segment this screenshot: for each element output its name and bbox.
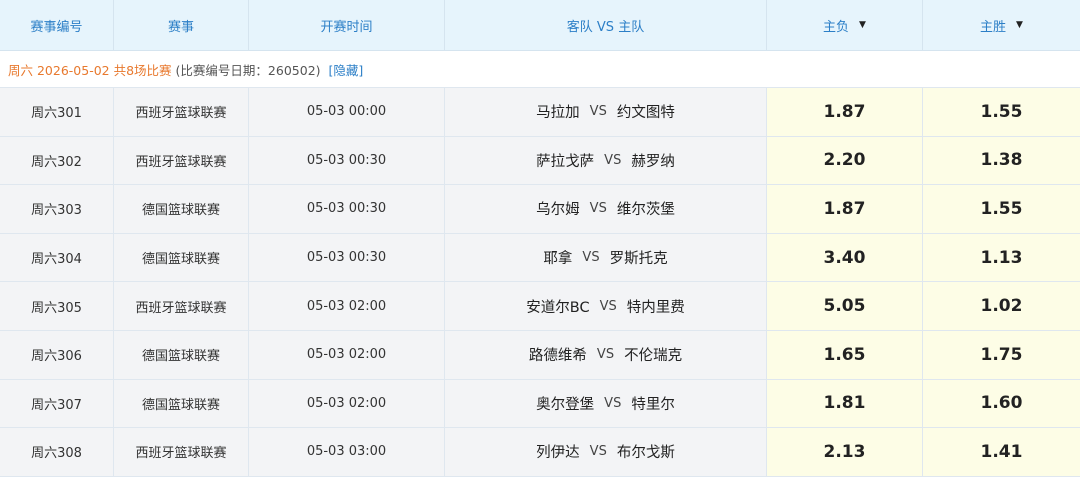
- match-id: 周六304: [0, 233, 114, 282]
- home-team: 不伦瑞克: [624, 348, 683, 365]
- vs-label: VS: [589, 104, 607, 120]
- match-id: 周六302: [0, 136, 114, 185]
- league-name: 西班牙篮球联赛: [114, 136, 249, 185]
- league-name: 德国篮球联赛: [114, 330, 249, 379]
- table-row: 周六302 西班牙篮球联赛 05-03 00:30 萨拉戈萨 VS 赫罗纳 2.…: [0, 136, 1080, 186]
- vs-label: VS: [604, 152, 622, 168]
- match-rows: 周六301 西班牙篮球联赛 05-03 00:00 马拉加 VS 约文图特 1.…: [0, 88, 1080, 477]
- match-id: 周六305: [0, 282, 114, 330]
- odds-home-win[interactable]: 1.38: [923, 136, 1080, 185]
- odds-home-win[interactable]: 1.60: [923, 379, 1080, 428]
- start-time: 05-03 00:00: [249, 88, 445, 136]
- match-id: 周六307: [0, 379, 114, 428]
- table-row: 周六301 西班牙篮球联赛 05-03 00:00 马拉加 VS 约文图特 1.…: [0, 88, 1080, 137]
- vs-label: VS: [582, 250, 600, 266]
- start-time: 05-03 00:30: [249, 136, 445, 185]
- odds-home-win[interactable]: 1.13: [923, 233, 1080, 282]
- league-name: 德国篮球联赛: [114, 233, 249, 282]
- odds-away-win[interactable]: 3.40: [767, 233, 923, 282]
- odds-away-win[interactable]: 1.87: [767, 88, 923, 136]
- odds-home-win[interactable]: 1.41: [923, 428, 1080, 476]
- league-name: 西班牙篮球联赛: [114, 428, 249, 476]
- odds-away-win[interactable]: 2.20: [767, 136, 923, 185]
- teams-cell: 安道尔BC VS 特内里费: [445, 282, 767, 330]
- league-name: 德国篮球联赛: [114, 185, 249, 233]
- away-team: 乌尔姆: [536, 202, 580, 219]
- caret-down-icon[interactable]: ▼: [859, 20, 866, 30]
- away-team: 萨拉戈萨: [536, 153, 595, 170]
- header-league: 赛事: [114, 0, 249, 50]
- odds-home-win[interactable]: 1.02: [923, 282, 1080, 330]
- teams-cell: 乌尔姆 VS 维尔茨堡: [445, 185, 767, 233]
- header-time: 开赛时间: [249, 0, 445, 50]
- league-name: 德国篮球联赛: [114, 379, 249, 428]
- match-id: 周六308: [0, 428, 114, 476]
- odds-away-win[interactable]: 1.81: [767, 379, 923, 428]
- date-group-label: 周六 2026-05-02 共8场比赛: [8, 62, 172, 78]
- odds-home-win[interactable]: 1.55: [923, 88, 1080, 136]
- home-team: 布尔戈斯: [616, 445, 675, 462]
- home-team: 赫罗纳: [631, 153, 675, 170]
- start-time: 05-03 03:00: [249, 428, 445, 476]
- start-time: 05-03 02:00: [249, 282, 445, 330]
- odds-home-win[interactable]: 1.55: [923, 185, 1080, 233]
- table-row: 周六306 德国篮球联赛 05-03 02:00 路德维希 VS 不伦瑞克 1.…: [0, 330, 1080, 380]
- header-away-win-label: 主负: [823, 19, 850, 35]
- away-team: 路德维希: [528, 348, 587, 365]
- away-team: 马拉加: [536, 105, 580, 122]
- teams-cell: 马拉加 VS 约文图特: [445, 88, 767, 136]
- vs-label: VS: [589, 444, 607, 460]
- league-name: 西班牙篮球联赛: [114, 88, 249, 136]
- match-id: 周六301: [0, 88, 114, 136]
- home-team: 罗斯托克: [609, 251, 668, 268]
- away-team: 列伊达: [536, 445, 580, 462]
- table-row: 周六305 西班牙篮球联赛 05-03 02:00 安道尔BC VS 特内里费 …: [0, 282, 1080, 331]
- table-header: 赛事编号 赛事 开赛时间 客队 VS 主队 主负 ▼ 主胜 ▼: [0, 0, 1080, 51]
- league-name: 西班牙篮球联赛: [114, 282, 249, 330]
- vs-label: VS: [604, 395, 622, 411]
- table-row: 周六303 德国篮球联赛 05-03 00:30 乌尔姆 VS 维尔茨堡 1.8…: [0, 185, 1080, 234]
- odds-away-win[interactable]: 2.13: [767, 428, 923, 476]
- header-id: 赛事编号: [0, 0, 114, 50]
- start-time: 05-03 00:30: [249, 233, 445, 282]
- teams-cell: 列伊达 VS 布尔戈斯: [445, 428, 767, 476]
- odds-home-win[interactable]: 1.75: [923, 330, 1080, 379]
- teams-cell: 奥尔登堡 VS 特里尔: [445, 379, 767, 428]
- away-team: 奥尔登堡: [536, 396, 595, 413]
- odds-away-win[interactable]: 1.65: [767, 330, 923, 379]
- table-row: 周六304 德国篮球联赛 05-03 00:30 耶拿 VS 罗斯托克 3.40…: [0, 233, 1080, 283]
- date-group-bar: 周六 2026-05-02 共8场比赛 (比赛编号日期：260502) [隐藏]: [0, 51, 1080, 88]
- hide-group-link[interactable]: [隐藏]: [329, 60, 364, 79]
- match-id: 周六306: [0, 330, 114, 379]
- home-team: 约文图特: [616, 105, 675, 122]
- header-home-win-label: 主胜: [980, 19, 1007, 35]
- odds-away-win[interactable]: 1.87: [767, 185, 923, 233]
- home-team: 特里尔: [631, 396, 675, 413]
- vs-label: VS: [596, 347, 615, 363]
- away-team: 安道尔BC: [526, 299, 590, 316]
- header-away-win-sort[interactable]: 主负 ▼: [767, 0, 923, 50]
- vs-label: VS: [599, 298, 617, 314]
- home-team: 特内里费: [626, 299, 685, 316]
- start-time: 05-03 02:00: [249, 330, 445, 379]
- match-id: 周六303: [0, 185, 114, 233]
- table-row: 周六307 德国篮球联赛 05-03 02:00 奥尔登堡 VS 特里尔 1.8…: [0, 379, 1080, 429]
- header-teams: 客队 VS 主队: [445, 0, 767, 50]
- header-home-win-sort[interactable]: 主胜 ▼: [923, 0, 1080, 50]
- vs-label: VS: [589, 201, 607, 217]
- date-group-meta: (比赛编号日期：260502): [175, 62, 321, 78]
- teams-cell: 路德维希 VS 不伦瑞克: [445, 330, 767, 379]
- table-row: 周六308 西班牙篮球联赛 05-03 03:00 列伊达 VS 布尔戈斯 2.…: [0, 428, 1080, 477]
- home-team: 维尔茨堡: [616, 202, 675, 219]
- start-time: 05-03 00:30: [249, 185, 445, 233]
- caret-down-icon[interactable]: ▼: [1016, 20, 1023, 30]
- away-team: 耶拿: [543, 251, 573, 268]
- match-table: 赛事编号 赛事 开赛时间 客队 VS 主队 主负 ▼ 主胜 ▼ 周六 2026-…: [0, 0, 1080, 477]
- teams-cell: 萨拉戈萨 VS 赫罗纳: [445, 136, 767, 185]
- teams-cell: 耶拿 VS 罗斯托克: [445, 233, 767, 282]
- start-time: 05-03 02:00: [249, 379, 445, 428]
- odds-away-win[interactable]: 5.05: [767, 282, 923, 330]
